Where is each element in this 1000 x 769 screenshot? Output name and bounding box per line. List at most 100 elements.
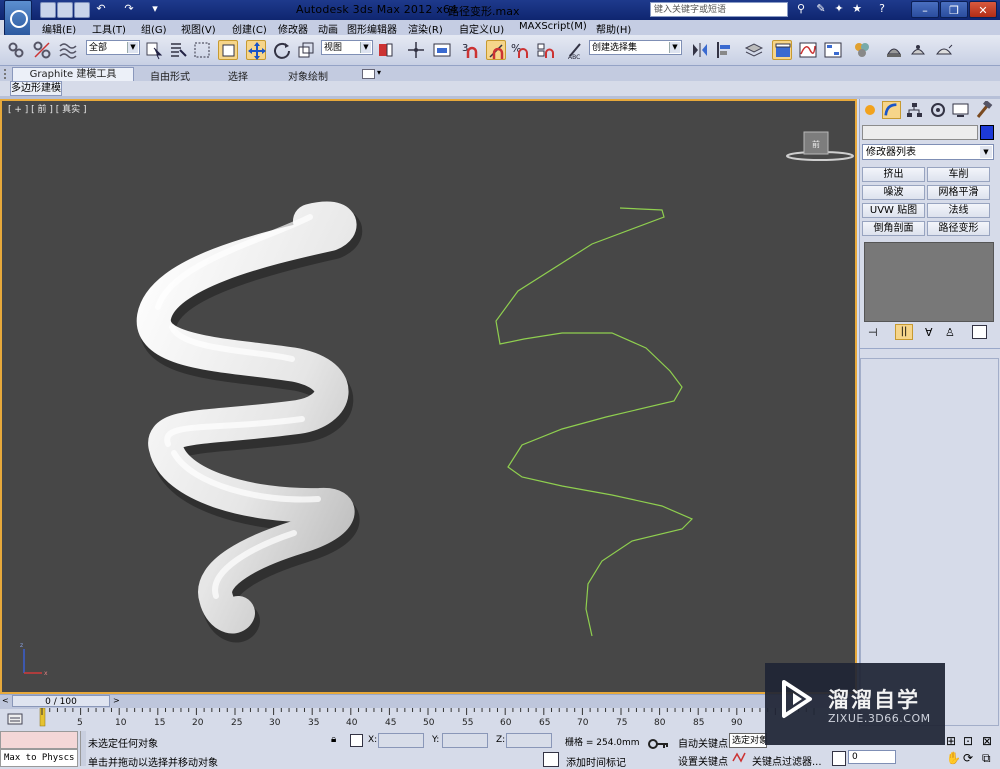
tab-selection[interactable]: 选择 [228,68,248,83]
undo-icon[interactable]: ↶ [94,2,108,16]
open-file-icon[interactable] [57,2,73,18]
remove-modifier-icon[interactable]: ♙ [945,326,955,339]
time-config-icon[interactable] [832,751,846,766]
maxscript-listener-output[interactable] [0,731,78,749]
time-next-icon[interactable]: > [113,696,120,705]
curve-editor-icon[interactable] [798,40,818,60]
search-input[interactable]: 键入关键字或短语 [650,2,788,17]
modifier-path-deform-button[interactable]: 路径变形 [927,221,990,236]
set-key-button[interactable]: 设置关键点 [678,753,728,768]
select-and-scale-icon[interactable] [296,40,316,60]
create-tab-icon[interactable] [861,101,880,119]
pin-stack-icon[interactable]: ⊣ [868,326,878,339]
configure-modifier-sets-icon[interactable] [972,325,987,339]
utilities-tab-icon[interactable] [974,99,993,119]
link-icon[interactable] [6,40,26,60]
modify-tab-icon[interactable] [882,101,901,119]
select-and-move-icon[interactable] [246,40,266,60]
modifier-noise-button[interactable]: 噪波 [862,185,925,200]
binoculars-icon[interactable]: ⚲ [794,2,808,16]
z-coordinate-input[interactable] [506,733,552,748]
ribbon-grip-icon[interactable] [4,69,10,79]
menu-create[interactable]: 创建(C) [232,21,267,36]
save-file-icon[interactable] [74,2,90,18]
rectangular-selection-icon[interactable] [192,40,212,60]
maximize-button[interactable]: ❐ [940,1,968,18]
ribbon-options-icon[interactable] [362,69,375,79]
menu-group[interactable]: 组(G) [141,21,167,36]
select-manipulate-icon[interactable] [406,40,426,60]
modifier-normal-button[interactable]: 法线 [927,203,990,218]
time-slider-thumb[interactable]: 0 / 100 [12,695,110,707]
unlink-icon[interactable] [32,40,52,60]
menu-graph-editors[interactable]: 图形编辑器 [347,21,397,36]
mirror-icon[interactable] [690,40,710,60]
select-object-icon[interactable] [144,40,164,60]
align-icon[interactable] [714,40,734,60]
lock-selection-icon[interactable]: 🔒︎ [331,734,336,745]
key-filter-icon[interactable] [732,751,746,764]
field-of-view-icon[interactable]: ⊠ [982,734,992,748]
subscription-icon[interactable]: ✎ [814,2,828,16]
app-menu-button[interactable] [4,0,32,36]
absolute-mode-icon[interactable] [350,734,363,747]
tab-graphite-modeling[interactable]: Graphite 建模工具 [12,67,134,81]
set-key-icon[interactable] [648,737,670,751]
reference-coord-dropdown[interactable]: 视图 ▼ [321,40,373,55]
modifier-stack-list[interactable] [864,242,994,322]
select-and-rotate-icon[interactable] [272,40,292,60]
object-color-swatch[interactable] [980,125,994,140]
key-filters-button[interactable]: 关键点过滤器... [752,753,822,768]
snaps-toggle-icon[interactable]: 3 [460,40,480,60]
selection-filter-dropdown[interactable]: 全部 ▼ [86,40,140,55]
schematic-view-icon[interactable] [823,40,843,60]
menu-animation[interactable]: 动画 [318,21,338,36]
orbit-icon[interactable]: ⟳ [963,751,973,765]
subtab-polygon-modeling[interactable]: 多边形建模 [10,81,62,96]
percent-snap-icon[interactable]: % [510,40,530,60]
modifier-uvw-map-button[interactable]: UVW 贴图 [862,203,925,218]
help-icon[interactable]: ? [875,2,889,16]
time-tag-icon[interactable] [543,752,559,767]
menu-maxscript[interactable]: MAXScript(M) [519,21,587,32]
spinner-snap-icon[interactable] [535,40,555,60]
motion-tab-icon[interactable] [929,101,948,119]
green-spline-path[interactable] [495,207,694,637]
auto-key-button[interactable]: 自动关键点 [678,735,728,750]
render-setup-icon[interactable] [884,40,904,60]
trackbar-toggle-icon[interactable] [6,710,24,728]
material-editor-icon[interactable] [852,40,872,60]
maximize-viewport-icon[interactable]: ⧉ [982,751,991,766]
graphite-toggle-icon[interactable] [772,40,792,60]
tab-object-paint[interactable]: 对象绘制 [288,68,328,83]
chevron-down-icon[interactable]: ▾ [377,68,381,77]
show-end-result-icon[interactable]: || [895,324,913,340]
object-name-field[interactable] [862,125,978,140]
display-tab-icon[interactable] [951,101,970,119]
render-production-icon[interactable] [934,40,954,60]
tab-freeform[interactable]: 自由形式 [150,68,190,83]
menu-customize[interactable]: 自定义(U) [459,21,504,36]
key-mode-dropdown[interactable]: 选定对象 [729,733,767,748]
keyboard-shortcut-icon[interactable] [432,40,452,60]
bind-spacewarp-icon[interactable] [58,40,78,60]
viewcube[interactable]: 前 [786,131,854,161]
minimize-button[interactable]: – [911,1,939,18]
make-unique-icon[interactable]: ∀ [925,326,933,339]
edit-named-selection-icon[interactable]: ABC [566,40,586,61]
communication-icon[interactable]: ✦ [832,2,846,16]
front-viewport[interactable]: [ + ] [ 前 ] [ 真实 ] 前 z x [0,99,857,694]
angle-snap-icon[interactable] [486,40,506,60]
modifier-lathe-button[interactable]: 车削 [927,167,990,182]
menu-modifiers[interactable]: 修改器 [278,21,308,36]
rendered-frame-icon[interactable] [908,40,928,60]
menu-edit[interactable]: 编辑(E) [42,21,76,36]
current-frame-input[interactable]: 0 [848,750,896,764]
redo-icon[interactable]: ↷ [122,2,136,16]
y-coordinate-input[interactable] [442,733,488,748]
menu-tools[interactable]: 工具(T) [92,21,126,36]
menu-help[interactable]: 帮助(H) [596,21,631,36]
close-button[interactable]: ✕ [969,1,997,18]
pivot-center-icon[interactable] [376,40,396,60]
modifier-list-dropdown[interactable]: 修改器列表 ▼ [862,144,994,160]
